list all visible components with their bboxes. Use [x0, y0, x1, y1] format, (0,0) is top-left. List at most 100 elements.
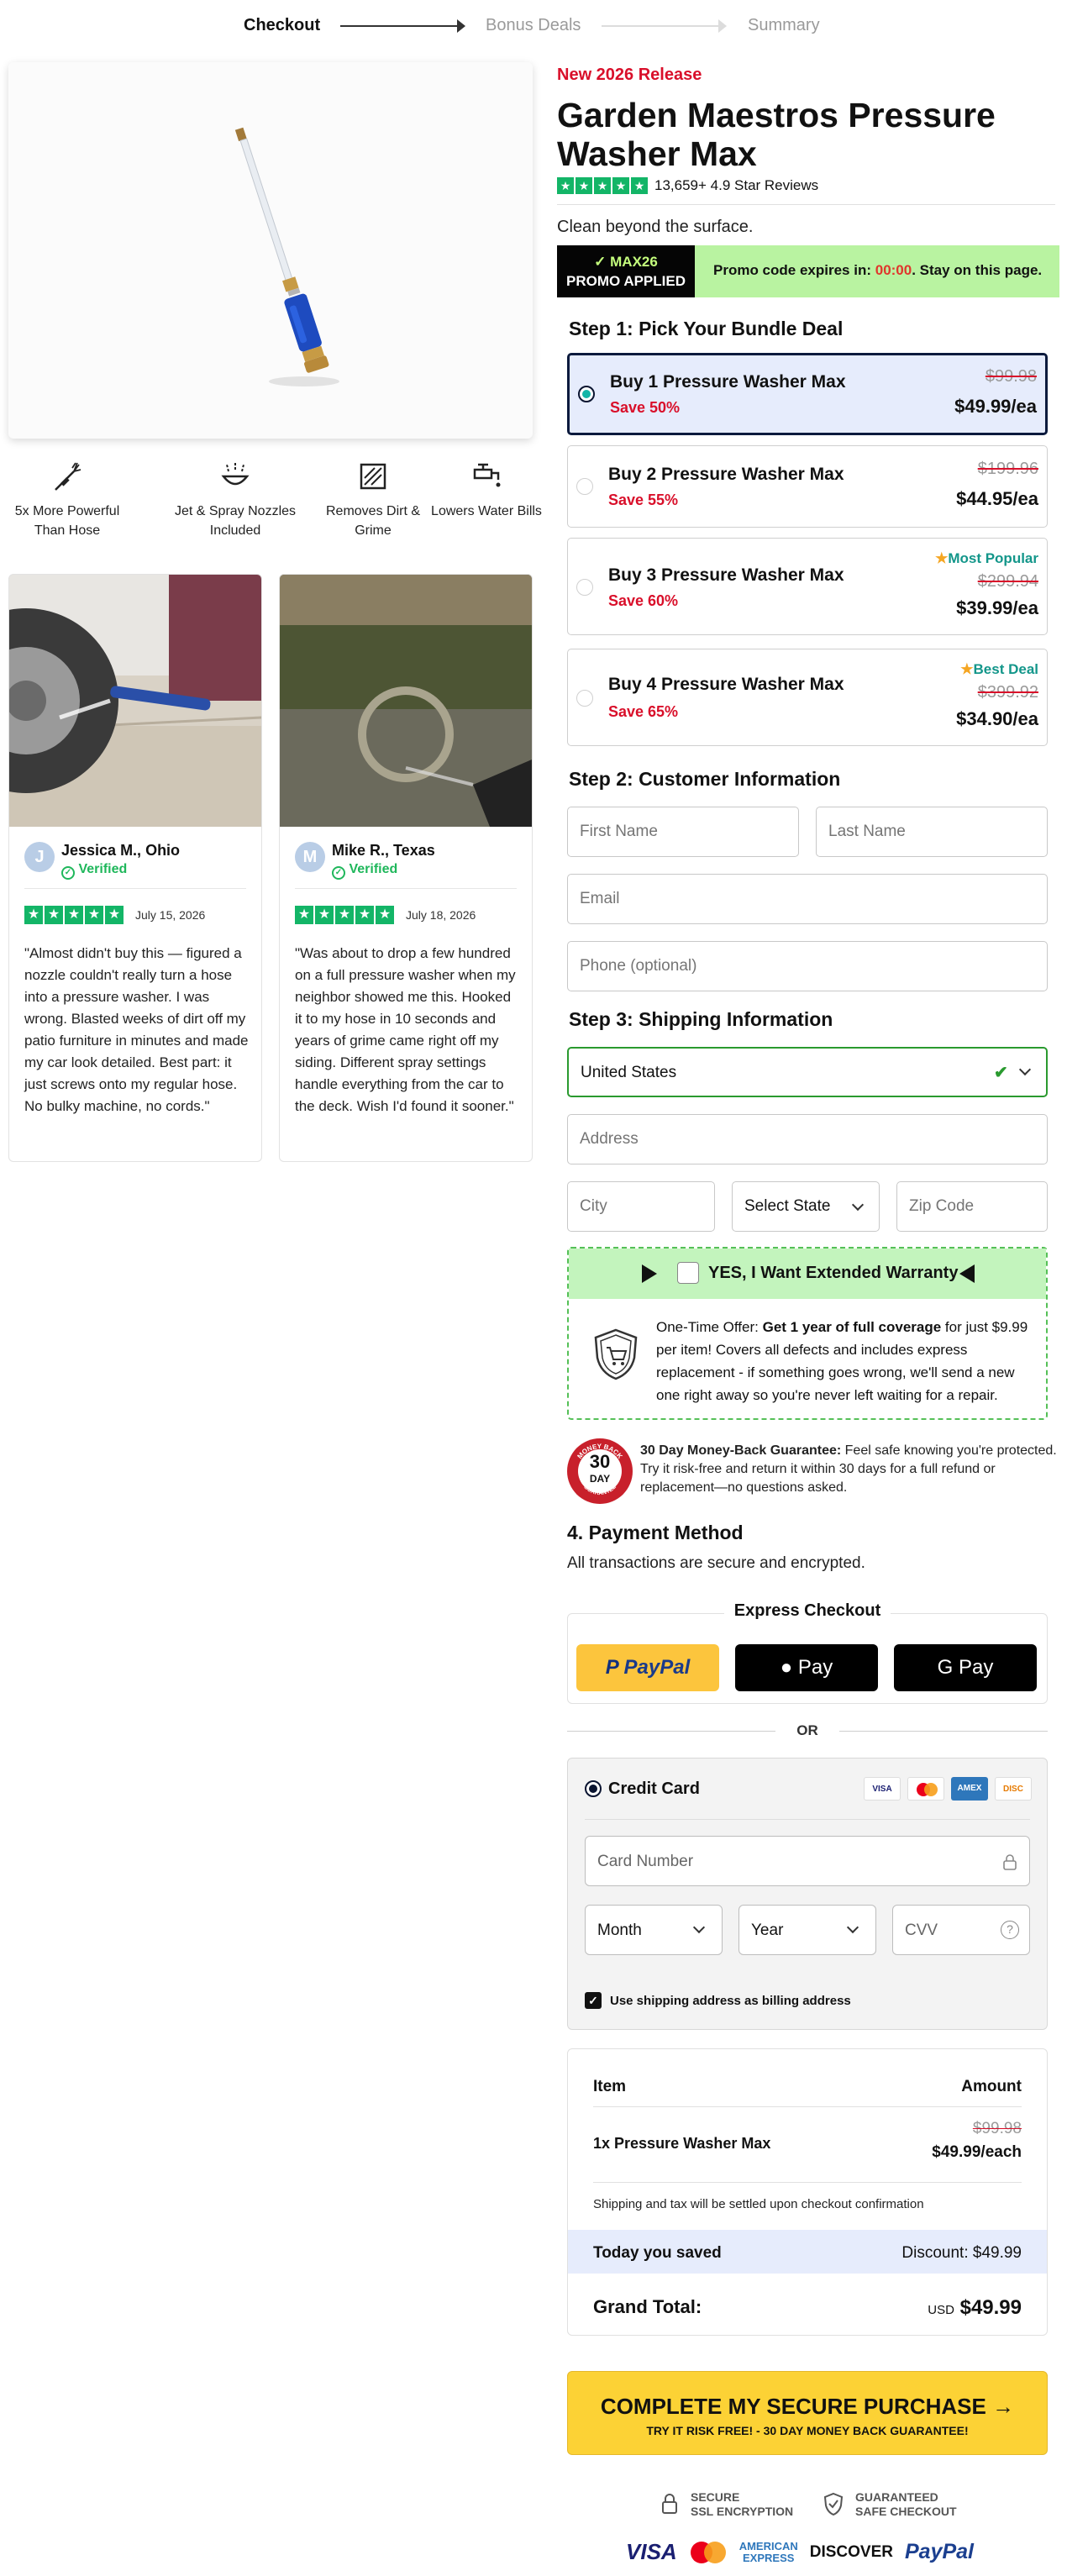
last-name-field[interactable] [816, 807, 1048, 857]
summary-price: $49.99/each [932, 2143, 1022, 2161]
arrow-right-icon [642, 1264, 657, 1283]
warranty-upsell: YES, I Want Extended Warranty One-Time O… [567, 1247, 1048, 1420]
phone-input[interactable] [580, 942, 1033, 991]
apple-logo-icon: ● [780, 1656, 793, 1679]
avatar: J [24, 842, 55, 872]
safe-line-2: SAFE CHECKOUT [855, 2505, 957, 2518]
bundle-option-2[interactable]: Buy 2 Pressure Washer Max Save 55% $199.… [567, 445, 1048, 528]
credit-card-radio[interactable] [585, 1780, 602, 1797]
payment-logos-row: VISA AMERICAN EXPRESS DISCOVER PayPal [626, 2539, 974, 2565]
last-name-input[interactable] [828, 807, 1038, 856]
payment-subtext: All transactions are secure and encrypte… [567, 1554, 865, 1572]
credit-card-label[interactable]: Credit Card [608, 1780, 700, 1799]
mastercard-icon [907, 1777, 944, 1801]
reviewer-name: Mike R., Texas [332, 842, 435, 859]
avatar: M [295, 842, 325, 872]
discount-value: Discount: $49.99 [901, 2244, 1022, 2263]
divider [295, 888, 517, 889]
phone-field[interactable] [567, 941, 1048, 991]
verified-label: Verified [78, 862, 128, 876]
amex-icon: AMEX [951, 1777, 988, 1801]
month-select[interactable]: Month [585, 1905, 723, 1955]
first-name-field[interactable] [567, 807, 799, 857]
zip-field[interactable] [896, 1181, 1048, 1232]
card-logos: VISA AMEX DISC [864, 1777, 1032, 1801]
bundle-radio[interactable] [576, 478, 593, 495]
address-input[interactable] [580, 1115, 1033, 1164]
benefit-item: Jet & Spray Nozzles Included [168, 458, 302, 540]
benefit-label: Lowers Water Bills [431, 504, 542, 518]
complete-purchase-button[interactable]: COMPLETE MY SECURE PURCHASE → TRY IT RIS… [567, 2371, 1048, 2455]
product-image [8, 62, 533, 439]
bundle-radio[interactable] [578, 386, 595, 402]
address-field[interactable] [567, 1114, 1048, 1164]
card-number-field[interactable]: Card Number [585, 1836, 1030, 1886]
billing-checkbox[interactable]: ✓ [585, 1992, 602, 2009]
bundle-name: Buy 1 Pressure Washer Max [610, 372, 846, 392]
bundle-name: Buy 4 Pressure Washer Max [608, 675, 844, 694]
google-pay-button[interactable]: G Pay [894, 1644, 1037, 1691]
visa-icon: VISA [864, 1777, 901, 1801]
country-select[interactable]: United States ✔ [567, 1047, 1048, 1097]
step-checkout[interactable]: Checkout [244, 16, 320, 35]
verified-badge: ✓ Verified [61, 862, 127, 880]
discover-icon: DISC [995, 1777, 1032, 1801]
bundle-option-4[interactable]: Buy 4 Pressure Washer Max Save 65% ★Best… [567, 649, 1048, 746]
city-field[interactable] [567, 1181, 715, 1232]
star-icon: ★ [960, 661, 974, 677]
grand-total-value: USD $49.99 [928, 2296, 1022, 2320]
chevron-down-icon [1018, 1063, 1032, 1076]
city-input[interactable] [580, 1182, 706, 1231]
warranty-description: One-Time Offer: Get 1 year of full cover… [656, 1316, 1036, 1406]
chevron-down-icon [851, 1198, 865, 1212]
bundle-save: Save 50% [610, 399, 681, 416]
cvv-field[interactable]: CVV ? [892, 1905, 1030, 1955]
discount-text: Discount: $49.99 [901, 2244, 1022, 2262]
release-badge: New 2026 Release [557, 66, 702, 84]
step-summary[interactable]: Summary [748, 16, 820, 35]
paypal-button[interactable]: P PayPal [576, 1644, 719, 1691]
order-summary: Item Amount 1x Pressure Washer Max $99.9… [567, 2048, 1048, 2336]
year-value: Year [751, 1921, 784, 1939]
state-select[interactable]: Select State [732, 1181, 880, 1232]
help-icon[interactable]: ? [1001, 1921, 1019, 1939]
cvv-placeholder: CVV [905, 1921, 938, 1939]
email-field[interactable] [567, 874, 1048, 924]
paypal-label: PayPal [623, 1656, 691, 1679]
bundle-price: $34.90/ea [956, 708, 1038, 729]
step-bonus-deals[interactable]: Bonus Deals [486, 16, 581, 35]
seal-day: DAY [589, 1473, 611, 1485]
benefits-row: 5x More Powerful Than Hose Jet & Spray N… [0, 458, 542, 542]
safe-checkout-badge: GUARANTEED SAFE CHECKOUT [823, 2490, 957, 2519]
warranty-label: YES, I Want Extended Warranty [708, 1264, 959, 1282]
promo-timer: 00:00 [875, 262, 912, 278]
year-select[interactable]: Year [738, 1905, 876, 1955]
email-input[interactable] [580, 875, 1033, 923]
bundle-option-1[interactable]: Buy 1 Pressure Washer Max Save 50% $99.9… [567, 353, 1048, 435]
promo-code: ✓ MAX26 [594, 254, 658, 270]
visa-icon: VISA [626, 2539, 677, 2564]
step1-heading: Step 1: Pick Your Bundle Deal [569, 318, 844, 339]
bundle-radio[interactable] [576, 579, 593, 596]
apple-pay-button[interactable]: ● Pay [735, 1644, 878, 1691]
review-date: July 15, 2026 [135, 908, 206, 922]
pressure-washer-wand-image [234, 127, 339, 386]
bundle-old-price: $299.94 [977, 572, 1038, 591]
bundle-old-price: $399.92 [977, 683, 1038, 702]
billing-address-option[interactable]: ✓ Use shipping address as billing addres… [585, 1992, 851, 2009]
first-name-input[interactable] [580, 807, 790, 856]
warranty-checkbox[interactable] [677, 1262, 699, 1284]
bundle-option-3[interactable]: Buy 3 Pressure Washer Max Save 60% ★Most… [567, 538, 1048, 635]
warranty-header[interactable]: YES, I Want Extended Warranty [569, 1249, 1046, 1299]
verified-badge: ✓ Verified [332, 862, 397, 880]
promo-expiry: Promo code expires in: 00:00. Stay on th… [713, 262, 1042, 279]
lock-icon [1003, 1854, 1017, 1870]
zip-input[interactable] [909, 1182, 1035, 1231]
paypal-icon: PayPal [905, 2540, 975, 2563]
ssl-line-2: SSL ENCRYPTION [691, 2505, 794, 2518]
step-connector [602, 25, 719, 27]
billing-label: Use shipping address as billing address [610, 1993, 851, 2008]
bundle-radio[interactable] [576, 690, 593, 707]
amex-icon: AMERICAN EXPRESS [739, 2540, 798, 2564]
promo-expiry-suffix: . Stay on this page. [912, 262, 1043, 278]
